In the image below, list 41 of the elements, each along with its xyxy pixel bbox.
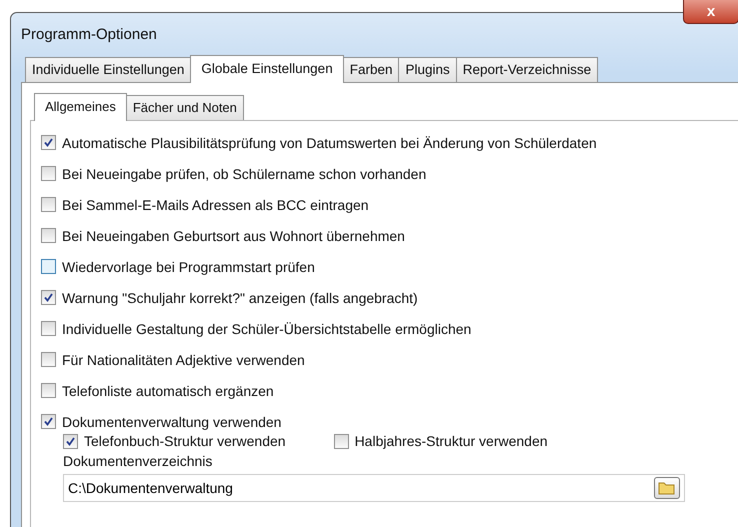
checkbox-label: Telefonbuch-Struktur verwenden <box>84 433 286 449</box>
folder-path-field[interactable]: C:\Dokumentenverwaltung <box>63 474 685 502</box>
checkbox[interactable] <box>41 383 56 398</box>
checkbox-label: Halbjahres-Struktur verwenden <box>354 433 548 449</box>
tab[interactable]: Individuelle Einstellungen <box>25 57 192 82</box>
window-title: Programm-Optionen <box>21 26 157 42</box>
checkbox[interactable] <box>334 434 349 448</box>
checkmark-icon <box>44 293 53 302</box>
checkbox[interactable] <box>41 228 56 243</box>
checkbox-label: Bei Sammel-E-Mails Adressen als BCC eintragen <box>62 196 369 212</box>
checkbox-label: Bei Neueingaben Geburtsort aus Wohnort übernehmen <box>62 228 405 244</box>
checkbox[interactable] <box>63 434 78 448</box>
checkbox[interactable] <box>41 290 56 305</box>
browse-button[interactable] <box>654 477 680 499</box>
checkbox[interactable] <box>41 352 56 367</box>
close-button[interactable]: x <box>683 0 738 24</box>
tab[interactable]: Farben <box>342 57 400 82</box>
checkbox-label: Telefonliste automatisch ergänzen <box>62 382 274 398</box>
checkbox-label: Automatische Plausibilitätsprüfung von Datumswerten bei Änderung von Schülerdaten <box>62 134 597 150</box>
checkbox-label: Individuelle Gestaltung der Schüler-Übersichtstabelle ermöglichen <box>62 320 472 336</box>
field-label: Dokumentenverzeichnis <box>62 453 214 469</box>
checkbox[interactable] <box>41 414 56 429</box>
checkbox-label: Für Nationalitäten Adjektive verwenden <box>62 352 305 368</box>
checkbox-label: Dokumentenverwaltung verwenden <box>62 414 282 430</box>
checkbox[interactable] <box>41 321 56 336</box>
checkbox-label: Warnung "Schuljahr korrekt?" anzeigen (falls angebracht) <box>62 290 418 306</box>
checkbox-label: Wiedervorlage bei Programmstart prüfen <box>62 258 315 274</box>
checkmark-icon <box>66 436 75 446</box>
checkbox[interactable] <box>41 166 56 181</box>
tab[interactable]: Fächer und Noten <box>126 95 244 120</box>
checkmark-icon <box>44 138 53 147</box>
checkbox[interactable] <box>41 135 56 150</box>
checkmark-icon <box>44 417 53 426</box>
checkbox[interactable] <box>41 259 56 274</box>
checkbox-label: Bei Neueingabe prüfen, ob Schülername schon vorhanden <box>62 166 426 182</box>
tab[interactable]: Globale Einstellungen <box>190 55 344 83</box>
tab[interactable]: Plugins <box>398 57 457 82</box>
tab[interactable]: Report-Verzeichnisse <box>456 57 598 82</box>
folder-icon <box>658 481 676 495</box>
tab[interactable]: Allgemeines <box>34 93 127 121</box>
checkbox[interactable] <box>41 197 56 212</box>
